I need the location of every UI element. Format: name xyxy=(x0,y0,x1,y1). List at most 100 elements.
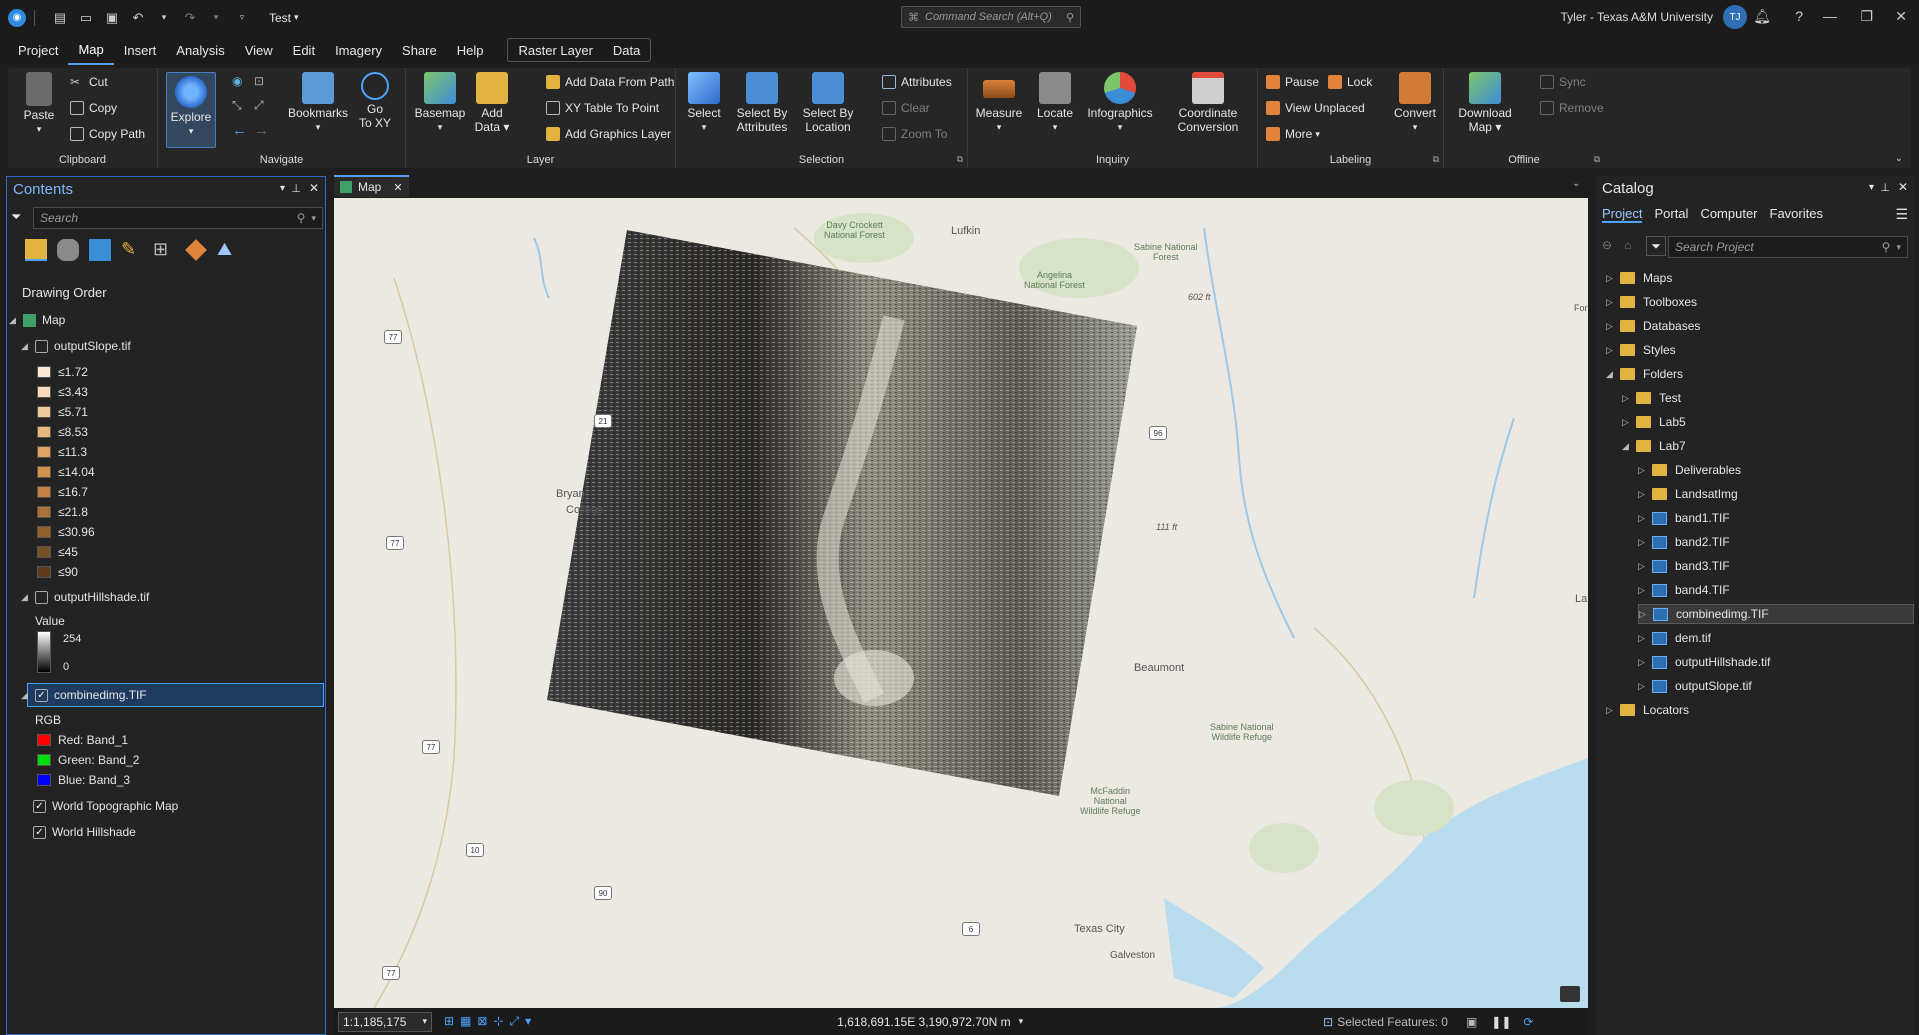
expand-icon[interactable]: ▷ xyxy=(1638,513,1648,524)
tab-insert[interactable]: Insert xyxy=(114,35,167,65)
tab-map-view[interactable]: Map ✕ xyxy=(334,175,409,197)
convert-labels-button[interactable]: Convert ▾ xyxy=(1390,72,1440,134)
expand-icon[interactable]: ▷ xyxy=(1606,345,1616,356)
catalog-menu-icon[interactable]: ☰ xyxy=(1895,206,1908,223)
contents-search-input[interactable]: Search ⚲ ▾ xyxy=(33,207,323,229)
expand-icon[interactable]: ▷ xyxy=(1606,297,1616,308)
map-view-options-icon[interactable]: ⌄ xyxy=(1572,178,1580,189)
catalog-item[interactable]: ▷ Test xyxy=(1622,388,1681,408)
measure-button[interactable]: Measure ▾ xyxy=(972,72,1026,134)
tab-view[interactable]: View xyxy=(235,35,283,65)
more-labeling-button[interactable]: More ▾ xyxy=(1266,124,1320,144)
expand-icon[interactable]: ▷ xyxy=(1638,489,1648,500)
lock-labels-button[interactable]: Lock xyxy=(1328,72,1372,92)
offline-launcher-icon[interactable]: ⧉ xyxy=(1594,154,1600,165)
list-by-labeling-icon[interactable] xyxy=(185,239,207,261)
map-node[interactable]: ◢ Map xyxy=(9,311,65,329)
tab-project[interactable]: Project xyxy=(8,35,68,65)
catalog-item[interactable]: ▷ outputHillshade.tif xyxy=(1638,652,1770,672)
go-to-xy-button[interactable]: Go To XY xyxy=(353,72,397,130)
sync-button[interactable]: Sync xyxy=(1540,72,1586,92)
full-extent-icon[interactable]: ◉ xyxy=(232,74,242,88)
expand-icon[interactable]: ▷ xyxy=(1639,609,1649,620)
collapse-icon[interactable]: ◢ xyxy=(1606,369,1616,380)
add-data-button[interactable]: Add Data ▾ xyxy=(470,72,514,134)
catalog-item[interactable]: ▷ band1.TIF xyxy=(1638,508,1730,528)
restore-icon[interactable]: ❐ xyxy=(1860,8,1873,25)
minimize-icon[interactable]: — xyxy=(1823,8,1837,24)
catalog-tab-project[interactable]: Project xyxy=(1602,206,1643,223)
expand-icon[interactable]: ▷ xyxy=(1638,585,1648,596)
expand-icon[interactable]: ◢ xyxy=(9,315,19,326)
add-data-from-path-button[interactable]: Add Data From Path xyxy=(546,72,674,92)
expand-icon[interactable]: ▷ xyxy=(1606,321,1616,332)
cut-button[interactable]: ✂ Cut xyxy=(70,72,108,92)
pane-menu-icon[interactable]: ▾ xyxy=(280,183,285,194)
previous-extent-icon[interactable]: ← xyxy=(232,122,247,139)
catalog-item[interactable]: ▷ outputSlope.tif xyxy=(1638,676,1752,696)
catalog-item[interactable]: ▷ band4.TIF xyxy=(1638,580,1730,600)
new-project-icon[interactable]: ▤ xyxy=(51,9,69,27)
pause-drawing-icon[interactable]: ❚❚ xyxy=(1491,1015,1511,1029)
layer-combinedimg[interactable]: ◢ ✓ combinedimg.TIF xyxy=(21,686,147,704)
pane-menu-icon[interactable]: ▾ xyxy=(1869,182,1874,193)
notification-icon[interactable]: 🔔︎ xyxy=(1753,8,1771,25)
selection-launcher-icon[interactable]: ⧉ xyxy=(957,154,963,165)
customize-qat-icon[interactable]: ▿ xyxy=(233,9,251,27)
locate-button[interactable]: Locate ▾ xyxy=(1030,72,1080,134)
list-by-perspective-icon[interactable]: ⛰ xyxy=(217,239,239,261)
select-button[interactable]: Select ▾ xyxy=(682,72,726,134)
select-by-location-button[interactable]: Select By Location xyxy=(796,72,860,134)
zoom-to-selection-button[interactable]: Zoom To xyxy=(882,124,947,144)
list-by-snapping-icon[interactable]: ⊞ xyxy=(153,239,175,261)
expand-icon[interactable]: ▷ xyxy=(1638,681,1648,692)
layer-visibility-checkbox[interactable] xyxy=(35,590,48,604)
infographics-button[interactable]: Infographics ▾ xyxy=(1082,72,1158,134)
catalog-item[interactable]: ▷ Locators xyxy=(1606,700,1689,720)
tab-analysis[interactable]: Analysis xyxy=(166,35,234,65)
redo-dropdown-icon[interactable]: ▾ xyxy=(207,9,225,27)
expand-icon[interactable]: ◢ xyxy=(21,341,31,352)
layer-world-hillshade[interactable]: ✓ World Hillshade xyxy=(33,823,136,841)
undo-icon[interactable]: ↶ xyxy=(129,9,147,27)
view-unplaced-button[interactable]: View Unplaced xyxy=(1266,98,1365,118)
open-project-icon[interactable]: ▭ xyxy=(77,9,95,27)
catalog-item[interactable]: ▷ Toolboxes xyxy=(1606,292,1697,312)
tab-edit[interactable]: Edit xyxy=(283,35,325,65)
remove-offline-button[interactable]: Remove xyxy=(1540,98,1604,118)
bookmarks-button[interactable]: Bookmarks ▾ xyxy=(288,72,348,134)
list-by-selection-icon[interactable] xyxy=(89,239,111,261)
scale-selector[interactable]: 1:1,185,175 ▾ xyxy=(338,1011,432,1032)
expand-icon[interactable]: ▷ xyxy=(1638,465,1648,476)
undo-dropdown-icon[interactable]: ▾ xyxy=(155,9,173,27)
tab-imagery[interactable]: Imagery xyxy=(325,35,392,65)
expand-icon[interactable]: ▷ xyxy=(1622,417,1632,428)
explore-button[interactable]: Explore ▾ xyxy=(166,72,216,148)
catalog-item[interactable]: ▷ Deliverables xyxy=(1638,460,1741,480)
pin-icon[interactable]: ⊥ xyxy=(1880,181,1890,194)
collapse-icon[interactable]: ◢ xyxy=(1622,441,1632,452)
pause-labeling-button[interactable]: Pause xyxy=(1266,72,1319,92)
project-name[interactable]: Test xyxy=(269,11,291,25)
zoom-out-icon[interactable]: ⤢ xyxy=(254,98,264,113)
catalog-item[interactable]: ◢ Lab7 xyxy=(1622,436,1686,456)
close-pane-icon[interactable]: ✕ xyxy=(309,181,319,195)
catalog-item[interactable]: ▷ LandsatImg xyxy=(1638,484,1738,504)
refresh-layers-icon[interactable]: ▣ xyxy=(1466,1015,1477,1029)
catalog-tab-favorites[interactable]: Favorites xyxy=(1770,206,1823,223)
paste-button[interactable]: Paste ▾ xyxy=(16,72,62,136)
refresh-icon[interactable]: ⟳ xyxy=(1523,1015,1533,1029)
list-by-editing-icon[interactable]: ✎ xyxy=(121,239,143,261)
user-name[interactable]: Tyler - Texas A&M University xyxy=(1561,10,1713,24)
expand-icon[interactable]: ▷ xyxy=(1622,393,1632,404)
catalog-item[interactable]: ▷ band2.TIF xyxy=(1638,532,1730,552)
expand-icon[interactable]: ◢ xyxy=(21,690,31,701)
close-tab-icon[interactable]: ✕ xyxy=(393,181,402,194)
filter-icon[interactable]: ⏷ xyxy=(1646,236,1666,256)
layer-visibility-checkbox[interactable] xyxy=(35,339,48,353)
zoom-in-icon[interactable]: ⤡ xyxy=(232,98,242,113)
fixed-zoom-icon[interactable]: ⊡ xyxy=(254,74,264,88)
command-search-input[interactable]: ⌘ Command Search (Alt+Q) ⚲ xyxy=(901,6,1081,28)
tab-map[interactable]: Map xyxy=(68,35,114,65)
copy-button[interactable]: Copy xyxy=(70,98,117,118)
